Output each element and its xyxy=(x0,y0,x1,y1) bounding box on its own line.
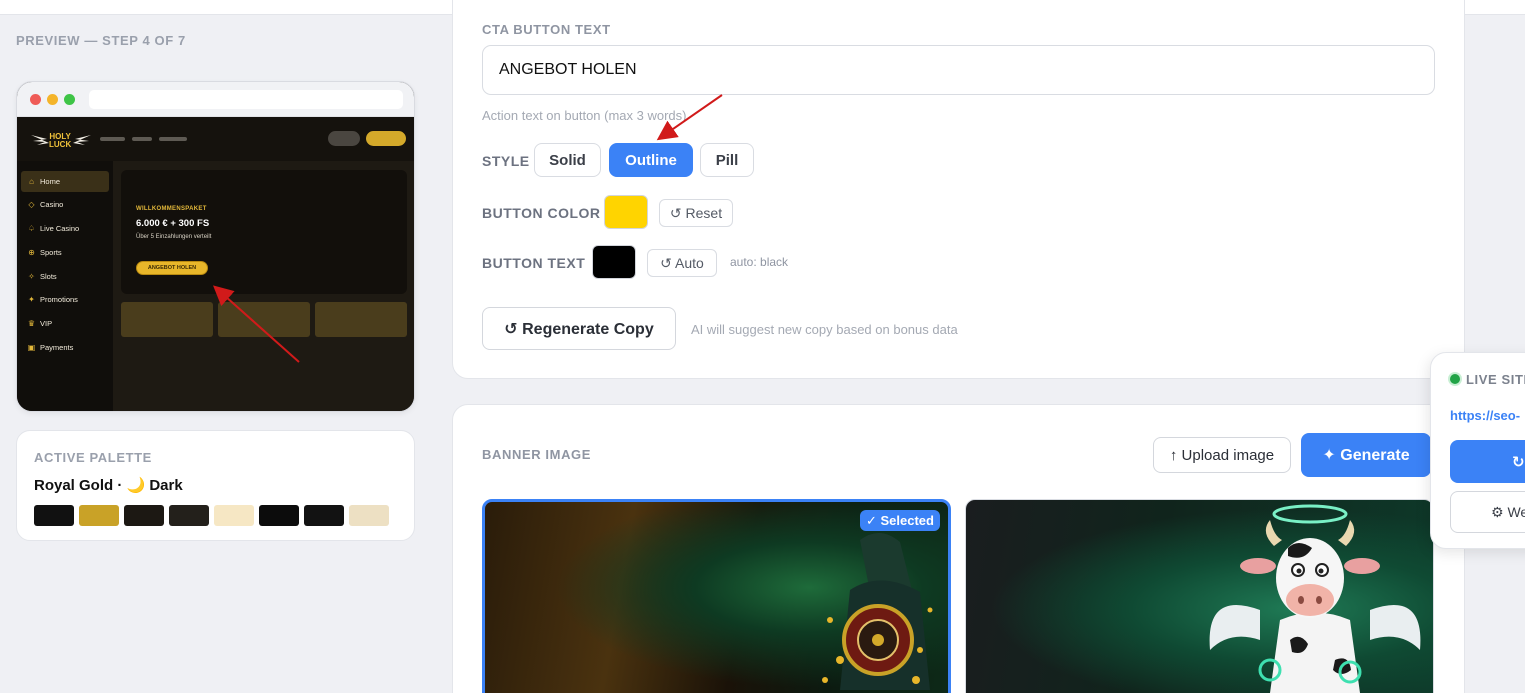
site-preview-mock: HOLY LUCK ⌂ Home ◇ Casino ♤ Live Casino ⊕ Sp… xyxy=(16,81,415,412)
button-color-label: BUTTON COLOR xyxy=(482,205,601,221)
upload-image-button[interactable]: ↑ Upload image xyxy=(1153,437,1291,473)
mock-hero-banner: WILLKOMMENSPAKET 6.000 € + 300 FS Über 5… xyxy=(121,170,407,294)
palette-swatch xyxy=(79,505,119,526)
close-dot-icon xyxy=(30,94,41,105)
palette-swatch xyxy=(34,505,74,526)
mock-main-area: WILLKOMMENSPAKET 6.000 € + 300 FS Über 5… xyxy=(113,161,414,411)
cta-text-hint: Action text on button (max 3 words) xyxy=(482,108,687,123)
style-label: STYLE xyxy=(482,153,530,169)
mock-game-tile xyxy=(218,302,310,337)
palette-swatch xyxy=(124,505,164,526)
card-icon: ▣ xyxy=(27,343,36,352)
mock-hero-cta-button: ANGEBOT HOLEN xyxy=(136,261,208,275)
mock-nav-item: ♤ Live Casino xyxy=(27,224,80,233)
diamond-icon: ◇ xyxy=(28,200,35,209)
regenerate-hint: AI will suggest new copy based on bonus … xyxy=(691,322,958,337)
button-text-label: BUTTON TEXT xyxy=(482,255,586,271)
style-outline-button[interactable]: Outline xyxy=(609,143,693,177)
palette-name: Royal Gold · 🌙 Dark xyxy=(34,477,183,494)
mock-nav-placeholder xyxy=(159,137,187,141)
mock-nav-item: ✧ Slots xyxy=(28,272,57,281)
mock-login-button xyxy=(328,131,360,146)
live-site-label: LIVE SITE xyxy=(1466,372,1525,387)
mock-nav-item: ▣ Payments xyxy=(27,343,74,352)
mock-nav-item: ⊕ Sports xyxy=(28,248,62,257)
generate-image-button[interactable]: ✦ Generate xyxy=(1301,433,1431,477)
mock-hero-title: 6.000 € + 300 FS xyxy=(136,218,210,229)
ball-icon: ⊕ xyxy=(28,248,35,257)
mock-site-header: HOLY LUCK xyxy=(17,117,414,161)
sparkle-icon: ✧ xyxy=(28,272,35,281)
maximize-dot-icon xyxy=(64,94,75,105)
palette-swatch xyxy=(304,505,344,526)
button-color-picker[interactable] xyxy=(604,195,648,229)
mock-nav-placeholder xyxy=(132,137,152,141)
mock-nav-item: ✦ Promotions xyxy=(28,295,78,304)
mock-url-bar xyxy=(89,90,403,109)
live-site-url-link[interactable]: https://seo- xyxy=(1450,408,1520,423)
cta-text-input[interactable]: ANGEBOT HOLEN xyxy=(482,45,1435,95)
mock-sidebar: ⌂ Home ◇ Casino ♤ Live Casino ⊕ Sports ✧ Slot… xyxy=(17,161,113,411)
mock-game-tile xyxy=(121,302,213,337)
mock-nav-item: ◇ Casino xyxy=(28,200,64,209)
regenerate-copy-button[interactable]: ↺ Regenerate Copy xyxy=(482,307,676,350)
palette-swatches xyxy=(34,505,389,526)
angel-cow-illustration xyxy=(1209,504,1421,693)
cta-text-label: CTA BUTTON TEXT xyxy=(482,22,611,37)
mock-hero-subtitle: Über 5 Einzahlungen verteilt xyxy=(136,234,212,240)
live-site-panel: LIVE SITE https://seo- ↻ ⚙ We xyxy=(1430,352,1525,549)
mock-register-button xyxy=(366,131,406,146)
reaper-roulette-illustration xyxy=(822,532,933,690)
auto-color-hint: auto: black xyxy=(730,255,789,269)
selected-badge: ✓ Selected xyxy=(860,510,940,531)
mock-logo-text: HOLY LUCK xyxy=(49,132,72,149)
home-icon: ⌂ xyxy=(29,177,34,186)
mock-nav-item: ♛ VIP xyxy=(27,319,53,328)
live-settings-button[interactable]: ⚙ We xyxy=(1450,491,1525,533)
preview-step-label: PREVIEW — STEP 4 OF 7 xyxy=(16,33,186,48)
style-solid-button[interactable]: Solid xyxy=(534,143,601,177)
mock-hero-kicker: WILLKOMMENSPAKET xyxy=(136,206,207,212)
spade-icon: ♤ xyxy=(27,224,36,233)
mock-logo: HOLY LUCK xyxy=(29,129,93,149)
star-icon: ✦ xyxy=(28,295,35,304)
reset-color-button[interactable]: ↺ Reset xyxy=(659,199,733,227)
style-pill-button[interactable]: Pill xyxy=(700,143,754,177)
banner-image-label: BANNER IMAGE xyxy=(482,447,592,462)
mock-nav-placeholder xyxy=(100,137,125,141)
minimize-dot-icon xyxy=(47,94,58,105)
live-status-dot-icon xyxy=(1450,374,1460,384)
active-palette-card: ACTIVE PALETTE Royal Gold · 🌙 Dark xyxy=(16,430,415,541)
mock-game-tile xyxy=(315,302,407,337)
live-refresh-button[interactable]: ↻ xyxy=(1450,440,1525,483)
mock-browser-chrome xyxy=(17,82,414,117)
mock-nav-item: ⌂ Home xyxy=(21,171,109,192)
palette-swatch xyxy=(214,505,254,526)
palette-swatch xyxy=(169,505,209,526)
button-text-color-picker[interactable] xyxy=(592,245,636,279)
auto-text-color-button[interactable]: ↺ Auto xyxy=(647,249,717,277)
palette-swatch xyxy=(259,505,299,526)
crown-icon: ♛ xyxy=(27,319,36,328)
palette-label: ACTIVE PALETTE xyxy=(34,450,152,465)
palette-swatch xyxy=(349,505,389,526)
